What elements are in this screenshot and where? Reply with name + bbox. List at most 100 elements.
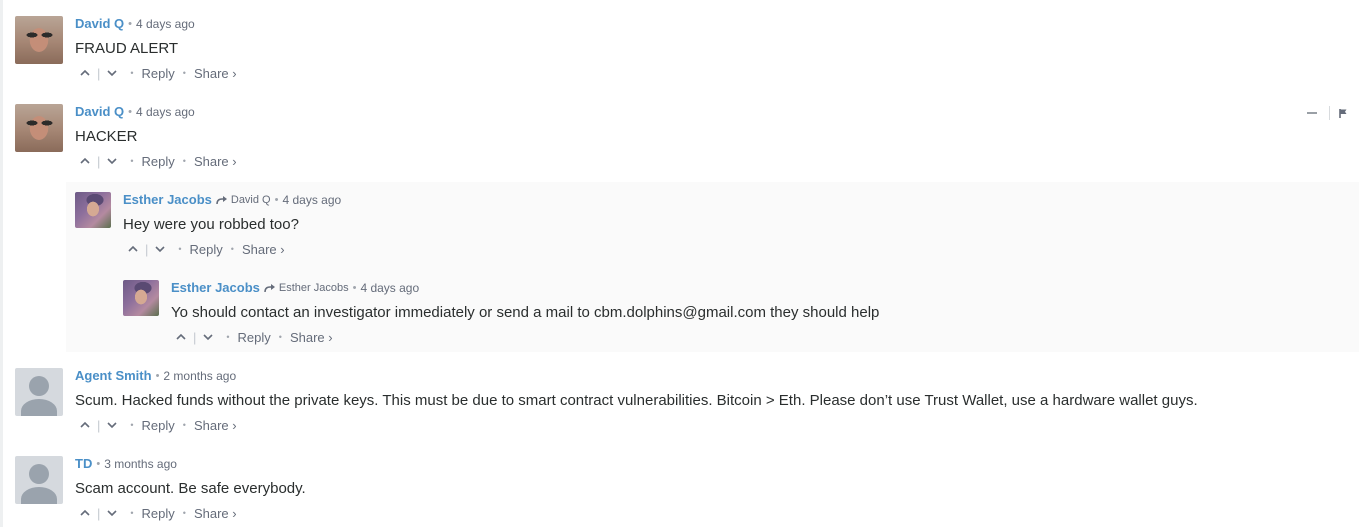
meta-separator: •	[352, 282, 357, 294]
action-separator: •	[178, 244, 182, 254]
comment: TD • 3 months ago Scam account. Be safe …	[15, 456, 306, 521]
vote-divider: |	[97, 153, 101, 169]
chevron-down-icon[interactable]	[202, 331, 214, 343]
reply-button[interactable]: Reply	[142, 418, 175, 433]
comment-body: Esther Jacobs David Q • 4 days ago Hey w…	[123, 192, 341, 257]
comment-actions: | • Reply • Share ›	[123, 241, 341, 257]
author-name[interactable]: Esther Jacobs	[123, 192, 212, 208]
comment-meta: Agent Smith • 2 months ago	[75, 368, 1198, 384]
default-avatar[interactable]	[15, 368, 63, 416]
in-reply-to-name: David Q	[230, 194, 271, 206]
comment-body: David Q • 4 days ago FRAUD ALERT | • Rep…	[75, 16, 237, 81]
comment-text: Scum. Hacked funds without the private k…	[75, 392, 1198, 409]
author-name[interactable]: Agent Smith	[75, 368, 152, 384]
share-button[interactable]: Share ›	[194, 154, 237, 169]
comment-meta: David Q • 4 days ago	[75, 16, 237, 32]
share-button[interactable]: Share ›	[194, 506, 237, 521]
vote-divider: |	[97, 65, 101, 81]
chevron-up-icon[interactable]	[175, 331, 187, 343]
chevron-up-icon[interactable]	[79, 507, 91, 519]
comment-actions: | • Reply • Share ›	[75, 153, 237, 169]
author-name[interactable]: TD	[75, 456, 92, 472]
comment-body: Agent Smith • 2 months ago Scum. Hacked …	[75, 368, 1198, 433]
comment-text: HACKER	[75, 128, 138, 145]
comment-actions: | • Reply • Share ›	[75, 505, 306, 521]
timestamp[interactable]: 4 days ago	[136, 104, 195, 120]
chevron-up-icon[interactable]	[79, 67, 91, 79]
in-reply-to-name: Esther Jacobs	[278, 282, 349, 294]
chevron-down-icon[interactable]	[106, 419, 118, 431]
action-separator: •	[226, 332, 230, 342]
avatar[interactable]	[75, 192, 111, 228]
action-separator: •	[230, 244, 234, 254]
action-separator: •	[130, 508, 134, 518]
timestamp[interactable]: 4 days ago	[360, 280, 419, 296]
timestamp[interactable]: 3 months ago	[104, 456, 177, 472]
meta-separator: •	[155, 370, 160, 382]
action-separator: •	[278, 332, 282, 342]
comment-body: David Q • 4 days ago HACKER | • Reply • …	[75, 104, 237, 169]
reply-arrow-icon	[216, 196, 227, 205]
comment-actions: | • Reply • Share ›	[171, 329, 879, 345]
avatar[interactable]	[15, 16, 63, 64]
chevron-up-icon[interactable]	[79, 155, 91, 167]
comment-meta: TD • 3 months ago	[75, 456, 306, 472]
comment-actions: | • Reply • Share ›	[75, 65, 237, 81]
vote-divider: |	[193, 329, 197, 345]
vote-divider: |	[97, 417, 101, 433]
timestamp[interactable]: 4 days ago	[282, 192, 341, 208]
comment-reply: Esther Jacobs David Q • 4 days ago Hey w…	[75, 192, 341, 257]
comment-reply: Esther Jacobs Esther Jacobs • 4 days ago…	[123, 280, 879, 345]
flag-icon[interactable]	[1338, 108, 1348, 118]
chevron-down-icon[interactable]	[106, 67, 118, 79]
share-button[interactable]: Share ›	[290, 330, 333, 345]
action-separator: •	[182, 508, 186, 518]
reply-button[interactable]: Reply	[238, 330, 271, 345]
reply-button[interactable]: Reply	[190, 242, 223, 257]
comment-actions: | • Reply • Share ›	[75, 417, 1198, 433]
share-button[interactable]: Share ›	[194, 66, 237, 81]
share-button[interactable]: Share ›	[242, 242, 285, 257]
in-reply-to[interactable]: David Q	[216, 192, 271, 208]
comment-meta: David Q • 4 days ago	[75, 104, 237, 120]
reply-button[interactable]: Reply	[142, 66, 175, 81]
chevron-down-icon[interactable]	[154, 243, 166, 255]
author-name[interactable]: David Q	[75, 16, 124, 32]
default-avatar[interactable]	[15, 456, 63, 504]
meta-separator: •	[128, 18, 132, 30]
author-name[interactable]: Esther Jacobs	[171, 280, 260, 296]
comment-body: Esther Jacobs Esther Jacobs • 4 days ago…	[171, 280, 879, 345]
share-button[interactable]: Share ›	[194, 418, 237, 433]
action-separator: •	[130, 156, 134, 166]
comment: Agent Smith • 2 months ago Scum. Hacked …	[15, 368, 1198, 433]
chevron-up-icon[interactable]	[79, 419, 91, 431]
meta-separator: •	[96, 458, 101, 470]
comment-body: TD • 3 months ago Scam account. Be safe …	[75, 456, 306, 521]
comment: David Q • 4 days ago FRAUD ALERT | • Rep…	[15, 16, 237, 81]
comment-meta: Esther Jacobs David Q • 4 days ago	[123, 192, 341, 208]
chevron-down-icon[interactable]	[106, 155, 118, 167]
comment-text: Yo should contact an investigator immedi…	[171, 304, 880, 321]
action-separator: •	[130, 420, 134, 430]
comment-text: Scam account. Be safe everybody.	[75, 480, 306, 497]
comment-moderation-icons	[1307, 106, 1348, 120]
timestamp[interactable]: 2 months ago	[163, 368, 236, 384]
avatar[interactable]	[15, 104, 63, 152]
meta-separator: •	[128, 106, 132, 118]
comment: David Q • 4 days ago HACKER | • Reply • …	[15, 104, 237, 169]
author-name[interactable]: David Q	[75, 104, 124, 120]
vote-divider: |	[145, 241, 149, 257]
action-separator: •	[130, 68, 134, 78]
thread-left-rule	[0, 0, 3, 527]
chevron-down-icon[interactable]	[106, 507, 118, 519]
reply-button[interactable]: Reply	[142, 506, 175, 521]
chevron-up-icon[interactable]	[127, 243, 139, 255]
timestamp[interactable]: 4 days ago	[136, 16, 195, 32]
avatar[interactable]	[123, 280, 159, 316]
comment-meta: Esther Jacobs Esther Jacobs • 4 days ago	[171, 280, 879, 296]
minimize-icon[interactable]	[1307, 112, 1317, 114]
reply-button[interactable]: Reply	[142, 154, 175, 169]
action-separator: •	[182, 420, 186, 430]
vote-divider: |	[97, 505, 101, 521]
in-reply-to[interactable]: Esther Jacobs	[264, 280, 349, 296]
